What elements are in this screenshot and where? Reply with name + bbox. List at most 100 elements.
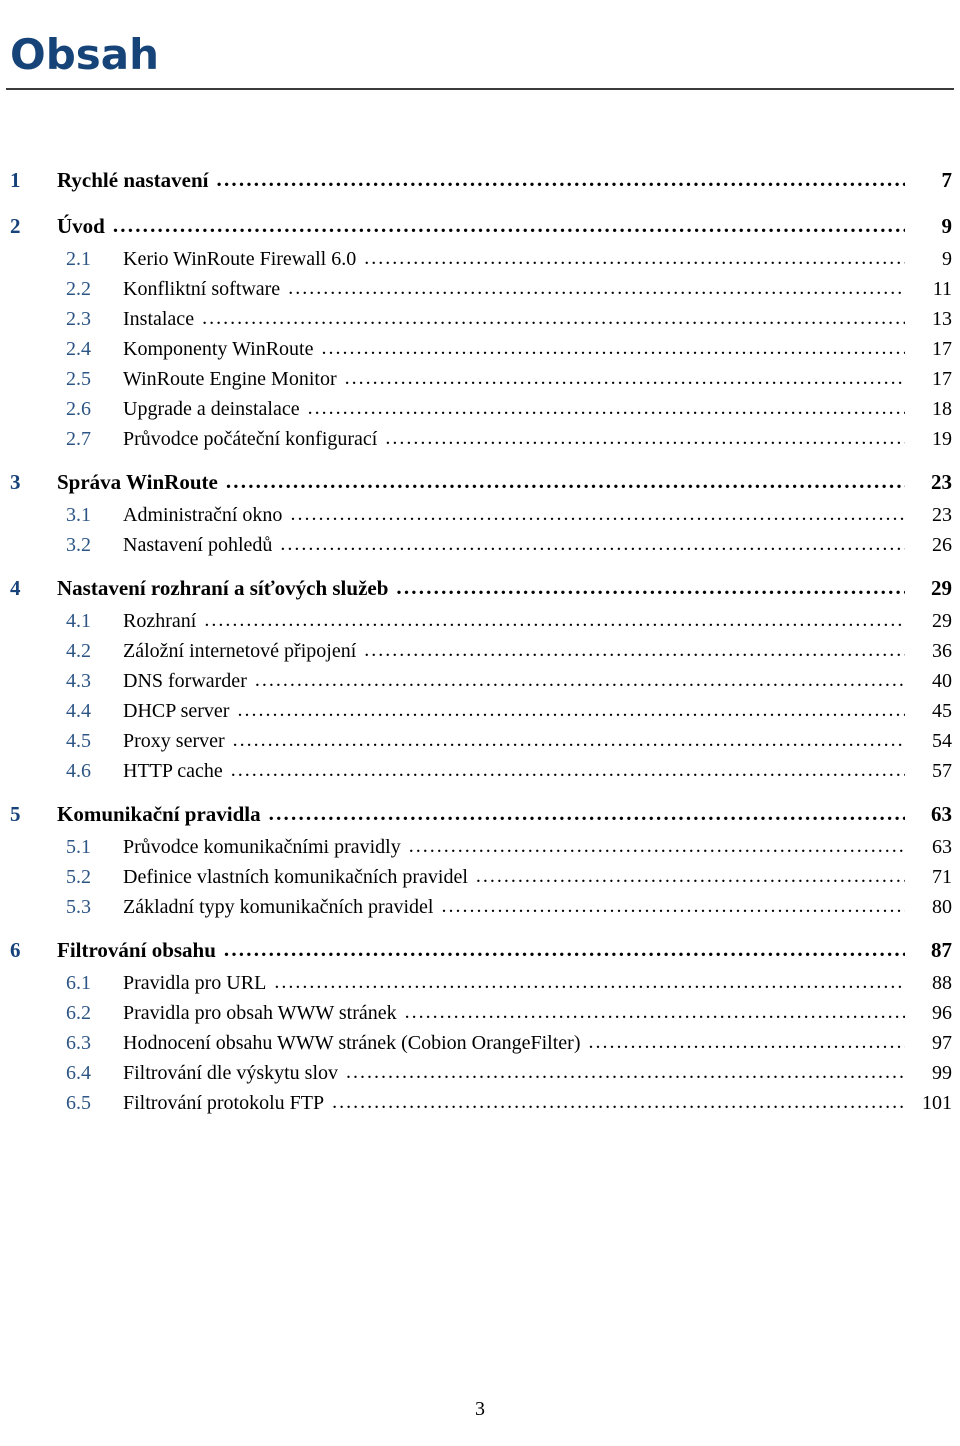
leader-dots: ........................................… (475, 865, 905, 887)
toc-section-row[interactable]: 4.1 Rozhraní.............................… (0, 609, 960, 640)
page-number: 26 (932, 534, 952, 556)
toc-section-row[interactable]: 2.1 Kerio WinRoute Firewall 6.0..........… (0, 247, 960, 278)
section-title: WinRoute Engine Monitor (123, 368, 337, 390)
toc-section-row[interactable]: 2.3 Instalace............................… (0, 307, 960, 338)
section-number: 2.7 (66, 428, 91, 450)
section-number: 6.2 (66, 1002, 91, 1024)
toc-section-row[interactable]: 4.4 DHCP server..........................… (0, 699, 960, 730)
toc-section-row[interactable]: 6.2 Pravidla pro obsah WWW stránek.......… (0, 1001, 960, 1032)
page-number: 23 (931, 470, 952, 494)
leader-dots: ........................................… (290, 503, 905, 525)
toc-section-row[interactable]: 3.1 Administrační okno...................… (0, 503, 960, 534)
section-title: HTTP cache (123, 760, 223, 782)
page-number: 101 (922, 1092, 952, 1114)
leader-dots: ........................................… (225, 469, 905, 493)
leader-dots: ........................................… (588, 1031, 905, 1053)
toc-section-row[interactable]: 4.3 DNS forwarder........................… (0, 669, 960, 700)
page-number: 9 (942, 248, 952, 270)
toc-section-row[interactable]: 6.5 Filtrování protokolu FTP.............… (0, 1091, 960, 1122)
section-title: Filtrování protokolu FTP (123, 1092, 325, 1114)
leader-dots: ........................................… (385, 427, 905, 449)
toc-section-row[interactable]: 4.2 Záložní internetové připojení........… (0, 639, 960, 670)
page-number: 97 (932, 1032, 952, 1054)
leader-dots: ........................................… (307, 397, 905, 419)
page-number: 80 (932, 896, 952, 918)
toc-chapter-row[interactable]: 2 Úvod...................................… (0, 213, 960, 248)
section-title: Filtrování dle výskytu slov (123, 1062, 338, 1084)
toc-chapter-row[interactable]: 4 Nastavení rozhraní a síťových služeb...… (0, 575, 960, 610)
page-number: 19 (932, 428, 952, 450)
toc-section-row[interactable]: 5.2 Definice vlastních komunikačních prav… (0, 865, 960, 896)
leader-dots: ........................................… (204, 609, 905, 631)
page-number: 11 (932, 278, 952, 300)
toc-section-row[interactable]: 6.4 Filtrování dle výskytu slov..........… (0, 1061, 960, 1092)
toc-section-row[interactable]: 4.6 HTTP cache...........................… (0, 759, 960, 790)
toc-section-row[interactable]: 5.3 Základní typy komunikačních pravidel.… (0, 895, 960, 926)
toc-group: 6 Filtrování obsahu......................… (0, 937, 960, 1122)
leader-dots: ........................................… (441, 895, 905, 917)
section-title: Průvodce počáteční konfigurací (123, 428, 378, 450)
section-title: Nastavení pohledů (123, 534, 273, 556)
page-number: 9 (941, 214, 953, 238)
page-number: 99 (932, 1062, 952, 1084)
section-title: Kerio WinRoute Firewall 6.0 (123, 248, 357, 270)
toc-chapter-row[interactable]: 6 Filtrování obsahu......................… (0, 937, 960, 972)
chapter-number: 2 (10, 214, 21, 238)
chapter-title: Správa WinRoute (57, 470, 218, 494)
toc-section-row[interactable]: 2.6 Upgrade a deinstalace................… (0, 397, 960, 428)
chapter-number: 1 (10, 168, 21, 192)
section-number: 6.1 (66, 972, 91, 994)
page-number: 13 (932, 308, 952, 330)
page-title: Obsah (10, 30, 160, 80)
page-number: 87 (931, 938, 952, 962)
page-number: 29 (932, 610, 952, 632)
page-number: 71 (932, 866, 952, 888)
leader-dots: ........................................… (223, 937, 905, 961)
toc-section-row[interactable]: 2.4 Komponenty WinRoute..................… (0, 337, 960, 368)
toc-section-row[interactable]: 6.1 Pravidla pro URL.....................… (0, 971, 960, 1002)
leader-dots: ........................................… (321, 337, 905, 359)
toc-section-row[interactable]: 3.2 Nastavení pohledů....................… (0, 533, 960, 564)
page-number: 63 (931, 802, 952, 826)
section-number: 6.4 (66, 1062, 91, 1084)
section-number: 3.1 (66, 504, 91, 526)
section-title: Instalace (123, 308, 195, 330)
chapter-number: 3 (10, 470, 21, 494)
toc-section-row[interactable]: 5.1 Průvodce komunikačními pravidly......… (0, 835, 960, 866)
section-number: 2.5 (66, 368, 91, 390)
toc-section-row[interactable]: 2.2 Konfliktní software..................… (0, 277, 960, 308)
section-number: 4.1 (66, 610, 91, 632)
leader-dots: ........................................… (346, 1061, 905, 1083)
chapter-title: Komunikační pravidla (57, 802, 261, 826)
section-title: Konfliktní software (123, 278, 281, 300)
toc-group: 5 Komunikační pravidla...................… (0, 801, 960, 926)
toc-group: 3 Správa WinRoute........................… (0, 469, 960, 564)
toc-section-row[interactable]: 6.3 Hodnocení obsahu WWW stránek (Cobion … (0, 1031, 960, 1062)
section-title: Rozhraní (123, 610, 197, 632)
section-title: Proxy server (123, 730, 225, 752)
toc-section-row[interactable]: 2.5 WinRoute Engine Monitor..............… (0, 367, 960, 398)
toc-chapter-row[interactable]: 3 Správa WinRoute........................… (0, 469, 960, 504)
section-number: 2.6 (66, 398, 91, 420)
footer-page-number: 3 (475, 1398, 485, 1420)
leader-dots: ........................................… (230, 759, 905, 781)
leader-dots: ........................................… (202, 307, 905, 329)
section-title: DNS forwarder (123, 670, 247, 692)
leader-dots: ........................................… (408, 835, 905, 857)
toc-section-row[interactable]: 2.7 Průvodce počáteční konfigurací.......… (0, 427, 960, 458)
leader-dots: ........................................… (332, 1091, 905, 1113)
toc-section-row[interactable]: 4.5 Proxy server.........................… (0, 729, 960, 760)
leader-dots: ........................................… (254, 669, 905, 691)
toc-chapter-row[interactable]: 5 Komunikační pravidla...................… (0, 801, 960, 836)
chapter-number: 4 (10, 576, 21, 600)
section-number: 2.4 (66, 338, 91, 360)
chapter-title: Nastavení rozhraní a síťových služeb (57, 576, 389, 600)
section-number: 4.2 (66, 640, 91, 662)
page-number: 96 (932, 1002, 952, 1024)
chapter-title: Rychlé nastavení (57, 168, 209, 192)
page-number: 18 (932, 398, 952, 420)
page-number: 23 (932, 504, 952, 526)
leader-dots: ........................................… (364, 639, 905, 661)
toc-chapter-row[interactable]: 1 Rychlé nastavení.......................… (0, 167, 960, 202)
page-number: 45 (932, 700, 952, 722)
